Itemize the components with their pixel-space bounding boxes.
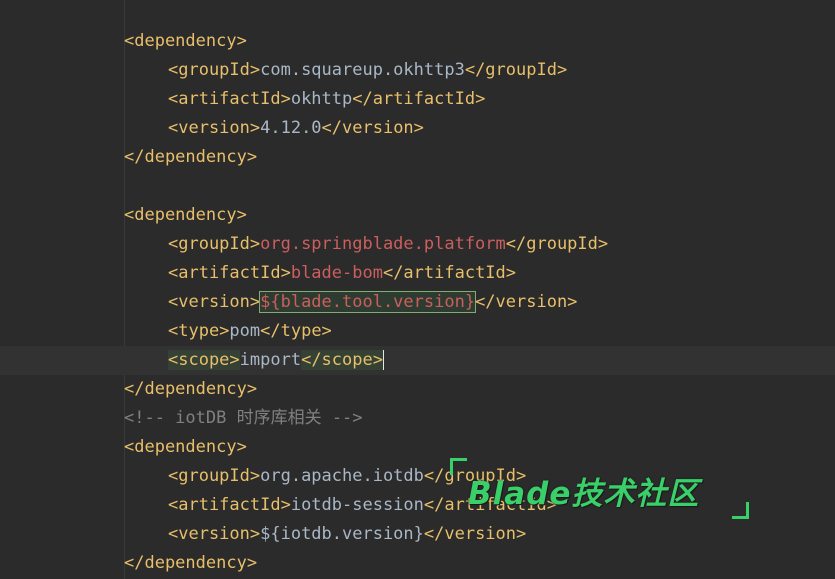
artifactid-close-tag: </artifactId> (352, 89, 486, 109)
code-line-10[interactable]: <version>${blade.tool.version}</version> (0, 288, 835, 317)
watermark: Blade技术社区 (450, 458, 750, 520)
artifactid-value: blade-bom (290, 263, 383, 283)
artifactid-value: okhttp (290, 89, 353, 109)
dependency-close-tag: </dependency> (124, 147, 258, 167)
xml-comment: <!-- iotDB 时序库相关 --> (124, 408, 363, 428)
artifactid-open-tag: <artifactId> (168, 495, 291, 515)
artifactid-close-tag: </artifactId> (382, 263, 517, 283)
code-line-4[interactable]: <version>4.12.0</version> (0, 114, 835, 143)
dependency-open-tag: <dependency> (124, 437, 247, 457)
type-close-tag: </type> (260, 321, 332, 341)
version-value: ${iotdb.version} (260, 524, 424, 544)
watermark-bracket-left (450, 458, 467, 475)
groupid-value: org.apache.iotdb (260, 466, 424, 486)
code-line-19[interactable]: </dependency> (0, 549, 835, 578)
code-line-7[interactable]: <dependency> (0, 201, 835, 230)
code-line-8[interactable]: <groupId>org.springblade.platform</group… (0, 230, 835, 259)
version-open-tag: <version> (168, 118, 261, 138)
groupid-open-tag: <groupId> (168, 466, 261, 486)
version-open-tag: <version> (168, 292, 261, 312)
type-open-tag: <type> (168, 321, 230, 341)
version-close-tag: </version> (475, 292, 578, 312)
code-line-2[interactable]: <groupId>com.squareup.okhttp3</groupId> (0, 56, 835, 85)
groupid-open-tag: <groupId> (168, 234, 261, 254)
scope-open-tag: <scope> (168, 350, 240, 370)
code-line-5[interactable]: </dependency> (0, 143, 835, 172)
code-line-12-current[interactable]: <scope>import</scope> (0, 346, 835, 375)
groupid-close-tag: </groupId> (505, 234, 609, 254)
version-property-value[interactable]: ${blade.tool.version} (259, 291, 477, 313)
version-close-tag: </version> (321, 118, 424, 138)
dependency-close-tag: </dependency> (124, 379, 258, 399)
groupid-value: com.squareup.okhttp3 (260, 60, 465, 80)
version-open-tag: <version> (168, 524, 261, 544)
version-value: 4.12.0 (260, 118, 322, 138)
version-close-tag: </version> (423, 524, 527, 544)
code-line-1[interactable]: <dependency> (0, 27, 835, 56)
groupid-open-tag: <groupId> (168, 60, 261, 80)
code-line-18[interactable]: <version>${iotdb.version}</version> (0, 520, 835, 549)
scope-close-tag: </scope> (301, 350, 383, 370)
dependency-close-tag: </dependency> (124, 553, 258, 573)
watermark-bracket-right (732, 502, 749, 519)
artifactid-value: iotdb-session (290, 495, 424, 515)
artifactid-open-tag: <artifactId> (168, 263, 291, 283)
artifactid-open-tag: <artifactId> (168, 89, 291, 109)
code-line-11[interactable]: <type>pom</type> (0, 317, 835, 346)
dependency-open-tag: <dependency> (124, 205, 247, 225)
groupid-value: org.springblade.platform (260, 234, 506, 254)
text-caret (382, 350, 384, 370)
type-value: pom (229, 321, 261, 341)
scope-value: import (239, 350, 302, 370)
groupid-close-tag: </groupId> (464, 60, 568, 80)
watermark-text: Blade技术社区 (468, 476, 700, 512)
code-line-14[interactable]: <!-- iotDB 时序库相关 --> (0, 404, 835, 433)
dependency-open-tag: <dependency> (124, 31, 247, 51)
code-line-3[interactable]: <artifactId>okhttp</artifactId> (0, 85, 835, 114)
code-line-9[interactable]: <artifactId>blade-bom</artifactId> (0, 259, 835, 288)
code-line-13[interactable]: </dependency> (0, 375, 835, 404)
